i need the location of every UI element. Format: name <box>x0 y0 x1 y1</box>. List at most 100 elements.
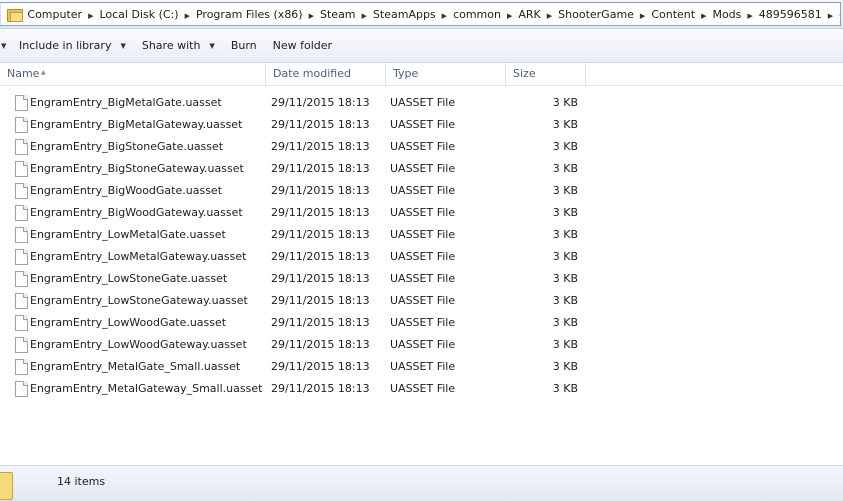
chevron-down-icon[interactable]: ▼ <box>1 42 11 50</box>
breadcrumb-item[interactable]: Mods <box>711 8 742 21</box>
file-date-modified: 29/11/2015 18:13 <box>271 162 370 175</box>
new-folder-button[interactable]: New folder <box>265 34 340 58</box>
file-row[interactable]: EngramEntry_BigStoneGate.uasset 29/11/201… <box>0 136 600 158</box>
file-row[interactable]: EngramEntry_LowMetalGateway.uasset 29/11/… <box>0 246 600 268</box>
column-header-name[interactable]: Name ▲ <box>0 63 266 85</box>
sort-ascending-icon: ▲ <box>41 69 46 76</box>
file-name: EngramEntry_LowStoneGateway.uasset <box>30 294 248 307</box>
chevron-right-icon[interactable]: ▶ <box>185 12 190 20</box>
file-icon <box>15 359 28 375</box>
breadcrumb-item[interactable]: Steam <box>319 8 357 21</box>
chevron-right-icon[interactable]: ▶ <box>309 12 314 20</box>
file-date-modified: 29/11/2015 18:13 <box>271 382 370 395</box>
include-in-library-button[interactable]: Include in library ▼ <box>11 34 134 58</box>
file-type: UASSET File <box>390 382 456 395</box>
file-type: UASSET File <box>390 96 456 109</box>
file-icon <box>15 271 28 287</box>
file-date-modified: 29/11/2015 18:13 <box>271 140 370 153</box>
address-bar-edge <box>0 3 1 25</box>
file-size: 3 KB <box>552 228 578 241</box>
chevron-right-icon[interactable]: ▶ <box>701 12 706 20</box>
file-row[interactable]: EngramEntry_LowWoodGate.uasset 29/11/2015… <box>0 312 600 334</box>
file-date-modified: 29/11/2015 18:13 <box>271 272 370 285</box>
file-size: 3 KB <box>552 96 578 109</box>
file-type: UASSET File <box>390 206 456 219</box>
file-icon <box>15 337 28 353</box>
file-date-modified: 29/11/2015 18:13 <box>271 294 370 307</box>
file-icon <box>15 205 28 221</box>
file-name: EngramEntry_LowStoneGate.uasset <box>30 272 228 285</box>
file-row[interactable]: EngramEntry_LowWoodGateway.uasset 29/11/2… <box>0 334 600 356</box>
file-icon <box>15 293 28 309</box>
file-date-modified: 29/11/2015 18:13 <box>271 316 370 329</box>
breadcrumb-item[interactable]: 489596581 <box>758 8 823 21</box>
file-name: EngramEntry_BigStoneGate.uasset <box>30 140 224 153</box>
file-size: 3 KB <box>552 184 578 197</box>
breadcrumb-item[interactable]: Content <box>650 8 696 21</box>
file-row[interactable]: EngramEntry_LowStoneGateway.uasset 29/11/… <box>0 290 600 312</box>
file-row[interactable]: EngramEntry_BigMetalGateway.uasset 29/11/… <box>0 114 600 136</box>
file-size: 3 KB <box>552 382 578 395</box>
column-header-date-modified[interactable]: Date modified <box>266 63 386 85</box>
file-date-modified: 29/11/2015 18:13 <box>271 206 370 219</box>
share-with-button[interactable]: Share with ▼ <box>134 34 223 58</box>
file-date-modified: 29/11/2015 18:13 <box>271 96 370 109</box>
item-count: 14 items <box>57 475 106 488</box>
file-type: UASSET File <box>390 294 456 307</box>
file-icon <box>15 161 28 177</box>
breadcrumb[interactable]: ▶ Computer ▶ Local Disk (C:) ▶ Program Files … <box>0 2 841 26</box>
address-bar: ▶ Computer ▶ Local Disk (C:) ▶ Program Files … <box>0 0 843 29</box>
file-icon <box>15 315 28 331</box>
breadcrumb-item[interactable]: ShooterGame <box>557 8 635 21</box>
file-icon <box>15 139 28 155</box>
breadcrumb-item[interactable]: Computer <box>26 8 83 21</box>
breadcrumb-item[interactable]: Local Disk (C:) <box>98 8 179 21</box>
file-icon <box>15 95 28 111</box>
command-toolbar: ▼ Include in library ▼ Share with ▼ Burn… <box>0 29 843 63</box>
chevron-right-icon[interactable]: ▶ <box>640 12 645 20</box>
column-header-type[interactable]: Type <box>386 63 506 85</box>
file-type: UASSET File <box>390 360 456 373</box>
file-date-modified: 29/11/2015 18:13 <box>271 184 370 197</box>
file-date-modified: 29/11/2015 18:13 <box>271 118 370 131</box>
file-row[interactable]: EngramEntry_BigWoodGateway.uasset 29/11/2… <box>0 202 600 224</box>
chevron-right-icon[interactable]: ▶ <box>442 12 447 20</box>
file-name: EngramEntry_BigWoodGate.uasset <box>30 184 223 197</box>
file-row[interactable]: EngramEntry_MetalGateway_Small.uasset 29/… <box>0 378 600 400</box>
new-folder-label: New folder <box>272 39 333 52</box>
file-row[interactable]: EngramEntry_MetalGate_Small.uasset 29/11/… <box>0 356 600 378</box>
file-row[interactable]: EngramEntry_BigMetalGate.uasset 29/11/201… <box>0 92 600 114</box>
chevron-right-icon[interactable]: ▶ <box>88 12 93 20</box>
chevron-right-icon[interactable]: ▶ <box>507 12 512 20</box>
include-in-library-label: Include in library <box>19 39 112 52</box>
burn-label: Burn <box>230 39 257 52</box>
status-bar: 14 items <box>0 465 843 501</box>
chevron-right-icon[interactable]: ▶ <box>547 12 552 20</box>
file-type: UASSET File <box>390 140 456 153</box>
file-row[interactable]: EngramEntry_BigWoodGate.uasset 29/11/2015… <box>0 180 600 202</box>
breadcrumb-item[interactable]: common <box>452 8 502 21</box>
file-icon <box>15 227 28 243</box>
file-row[interactable]: EngramEntry_BigStoneGateway.uasset 29/11/… <box>0 158 600 180</box>
breadcrumb-item[interactable]: engram <box>838 8 840 21</box>
breadcrumb-item[interactable]: ARK <box>517 8 541 21</box>
column-header-size[interactable]: Size <box>506 63 586 85</box>
folder-icon <box>0 472 13 500</box>
chevron-right-icon[interactable]: ▶ <box>362 12 367 20</box>
column-header-type-label: Type <box>393 67 419 80</box>
file-name: EngramEntry_MetalGate_Small.uasset <box>30 360 241 373</box>
file-name: EngramEntry_BigStoneGateway.uasset <box>30 162 244 175</box>
file-row[interactable]: EngramEntry_LowStoneGate.uasset 29/11/201… <box>0 268 600 290</box>
file-name: EngramEntry_LowMetalGate.uasset <box>30 228 226 241</box>
breadcrumb-item[interactable]: Program Files (x86) <box>195 8 304 21</box>
file-icon <box>15 117 28 133</box>
chevron-right-icon[interactable]: ▶ <box>747 12 752 20</box>
file-row[interactable]: EngramEntry_LowMetalGate.uasset 29/11/201… <box>0 224 600 246</box>
file-icon <box>15 183 28 199</box>
breadcrumb-item[interactable]: SteamApps <box>372 8 437 21</box>
chevron-right-icon[interactable]: ▶ <box>828 12 833 20</box>
file-type: UASSET File <box>390 228 456 241</box>
burn-button[interactable]: Burn <box>223 34 265 58</box>
file-size: 3 KB <box>552 338 578 351</box>
file-date-modified: 29/11/2015 18:13 <box>271 338 370 351</box>
